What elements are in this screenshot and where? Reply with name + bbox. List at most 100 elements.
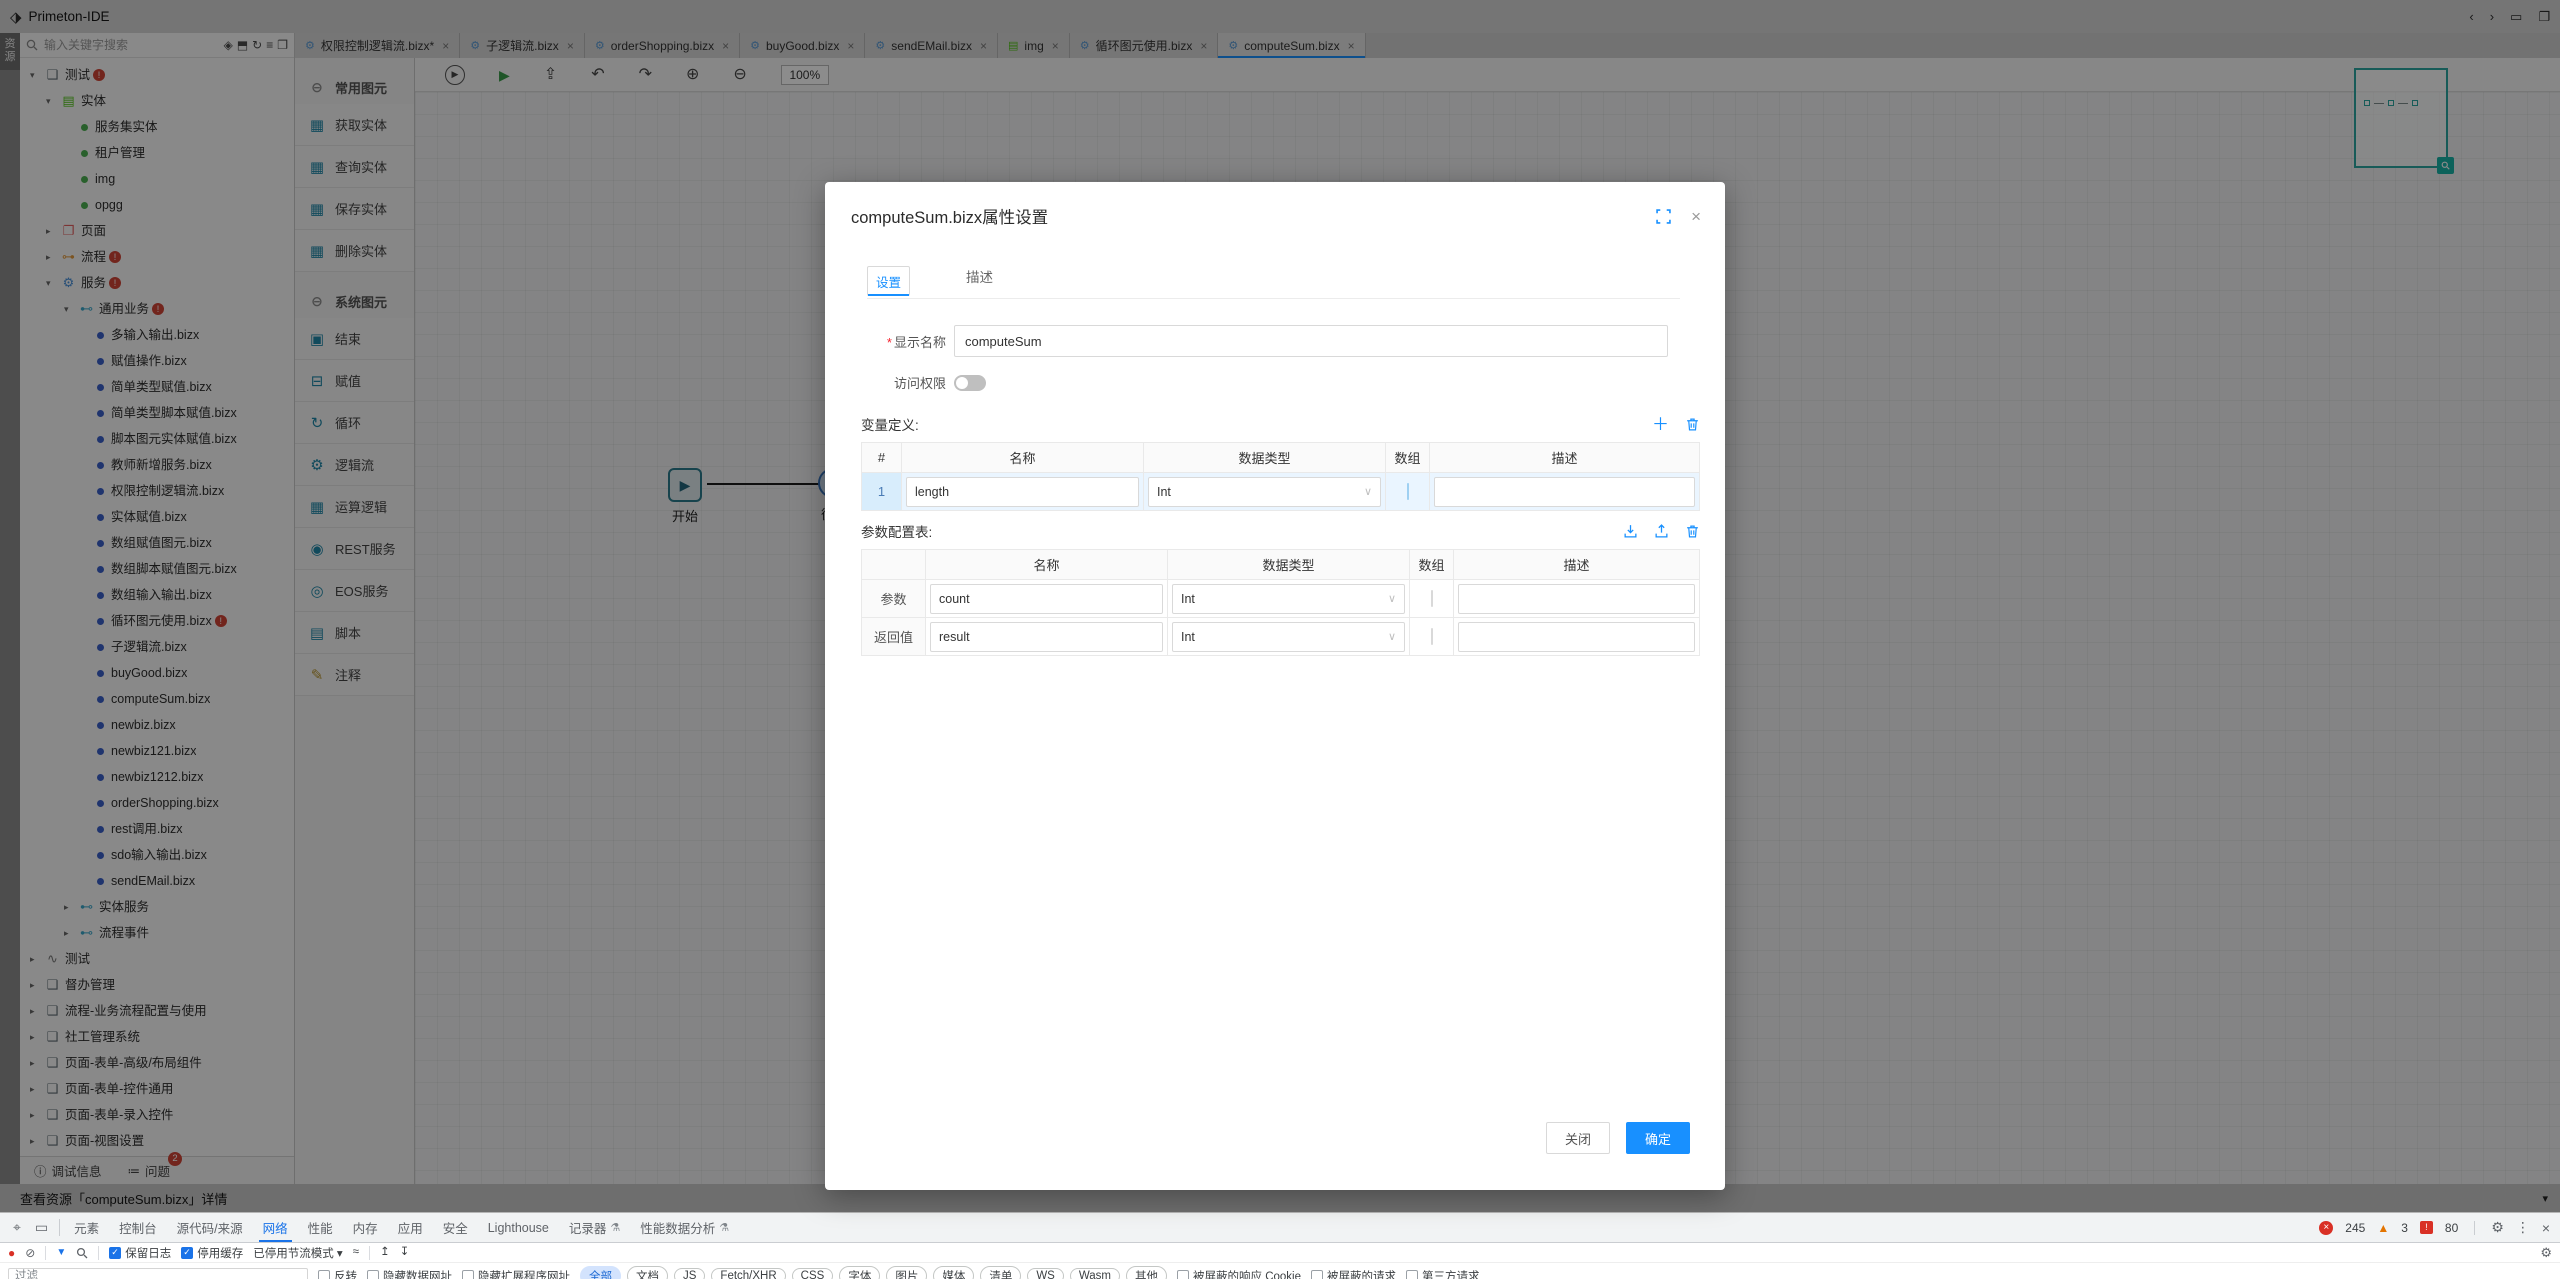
inspect-element-icon[interactable]: ⌖ [6,1213,28,1242]
variable-section-header: 变量定义: ＋ [861,414,1700,434]
blocked-requests-checkbox[interactable]: 被屏蔽的请求 [1311,1268,1396,1279]
tab-settings[interactable]: 设置 [867,266,910,296]
request-type-chip[interactable]: 其他 [1126,1266,1167,1279]
return-array-checkbox[interactable] [1431,628,1433,645]
request-type-chip[interactable]: 图片 [886,1266,927,1279]
devtools-tab[interactable]: 元素 ⚗ [64,1213,109,1242]
variable-desc-input[interactable] [1434,477,1695,507]
fullscreen-icon[interactable] [1656,209,1671,224]
hide-data-urls-checkbox[interactable]: 隐藏数据网址 [367,1268,452,1279]
request-type-chip[interactable]: JS [674,1268,705,1279]
return-type-select[interactable]: Int [1172,622,1405,652]
required-marker: * [887,335,892,350]
return-desc-input[interactable] [1458,622,1695,652]
param-section-label: 参数配置表: [861,521,932,541]
close-icon[interactable]: × [1691,208,1701,225]
invert-checkbox[interactable]: 反转 [318,1268,357,1279]
access-permission-row: 访问权限 [861,373,1700,392]
hide-extension-urls-checkbox[interactable]: 隐藏扩展程序网址 [462,1268,570,1279]
devtools-tab[interactable]: 内存 ⚗ [343,1213,388,1242]
col-array: 数组 [1386,443,1430,473]
request-type-chip[interactable]: Wasm [1070,1268,1120,1279]
return-name-input[interactable] [930,622,1163,652]
display-name-input[interactable] [954,325,1668,357]
tab-description[interactable]: 描述 [952,266,1007,298]
devtools-tab-bar: ⌖ ▭ 元素 ⚗ 控制台 ⚗ 源代码/来源 [0,1213,2560,1243]
network-settings-icon[interactable]: ⚙ [2540,1246,2552,1259]
dialog-title: computeSum.bizx属性设置 [851,204,1048,228]
param-desc-input[interactable] [1458,584,1695,614]
disable-cache-checkbox[interactable]: 停用缓存 [181,1245,243,1261]
request-type-chip[interactable]: 全部 [580,1266,621,1279]
add-variable-icon[interactable]: ＋ [1652,416,1669,433]
devtools-tab[interactable]: 网络 ⚗ [253,1213,298,1242]
devtools-tab[interactable]: Lighthouse ⚗ [478,1213,559,1242]
console-warnings-icon[interactable]: ▲ [2377,1221,2389,1235]
variable-name-input[interactable] [906,477,1139,507]
devtools-tab[interactable]: 源代码/来源 ⚗ [167,1213,253,1242]
filter-input[interactable] [8,1268,308,1279]
return-row[interactable]: 返回值 Int [862,618,1700,656]
preserve-log-checkbox[interactable]: 保留日志 [109,1245,171,1261]
variable-type-select[interactable]: Int [1148,477,1381,507]
ok-button[interactable]: 确定 [1626,1122,1690,1154]
blocked-cookies-checkbox[interactable]: 被屏蔽的响应 Cookie [1177,1268,1301,1279]
third-party-checkbox[interactable]: 第三方请求 [1406,1268,1480,1279]
devtools-tab[interactable]: 记录器 ⚗ [559,1213,630,1242]
app-window: ⬗ Primeton-IDE ‹ › ▭ ❐ 资源 ◈ ⬒ ↻ ≡ ❐ ▾ [0,0,2560,1279]
param-row[interactable]: 参数 Int [862,580,1700,618]
col-name: 名称 [902,443,1144,473]
network-search-icon[interactable] [76,1247,88,1259]
devtools-menu-icon[interactable]: ⋮ [2516,1219,2530,1236]
access-permission-toggle[interactable] [954,375,986,391]
dialog-footer: 关闭 确定 [1546,1122,1690,1154]
error-count: 245 [2345,1221,2365,1235]
request-type-chip[interactable]: WS [1027,1268,1064,1279]
export-har-icon[interactable]: ↧ [400,1247,410,1259]
network-filter-row: 反转 隐藏数据网址 隐藏扩展程序网址 全部 文档 JS Fetch/XHR CS… [0,1263,2560,1279]
request-type-chip[interactable]: 清单 [980,1266,1021,1279]
devtools-tab[interactable]: 性能 ⚗ [298,1213,343,1242]
delete-variable-icon[interactable] [1685,417,1700,432]
param-table: 名称 数据类型 数组 描述 参数 Int 返回值 Int [861,549,1700,656]
export-params-icon[interactable] [1654,524,1669,539]
devtools-settings-icon[interactable]: ⚙ [2491,1219,2504,1236]
display-name-label: 显示名称 [894,335,946,350]
close-button[interactable]: 关闭 [1546,1122,1610,1154]
devtools-tab[interactable]: 控制台 ⚗ [109,1213,167,1242]
row-number: 1 [862,473,902,511]
devtools-tab[interactable]: 安全 ⚗ [433,1213,478,1242]
clear-network-icon[interactable]: ⊘ [25,1247,35,1259]
console-errors-icon[interactable]: × [2319,1221,2333,1235]
filter-icon[interactable]: ▼ [56,1248,66,1258]
import-har-icon[interactable]: ↥ [380,1247,390,1259]
request-type-chip[interactable]: 媒体 [933,1266,974,1279]
request-type-chip[interactable]: 文档 [627,1266,668,1279]
devtools-tab[interactable]: 应用 ⚗ [388,1213,433,1242]
throttling-dropdown[interactable]: 已停用节流模式 ▾ [253,1245,342,1261]
delete-params-icon[interactable] [1685,524,1700,539]
record-network-icon[interactable]: ● [8,1247,15,1259]
request-type-chip[interactable]: Fetch/XHR [711,1268,785,1279]
import-params-icon[interactable] [1623,524,1638,539]
dialog-header: computeSum.bizx属性设置 × [825,182,1725,238]
devtools-close-icon[interactable]: × [2542,1220,2550,1236]
display-name-row: *显示名称 [861,325,1700,357]
variable-row[interactable]: 1 Int [862,473,1700,511]
request-type-chip[interactable]: CSS [792,1268,834,1279]
request-type-chip[interactable]: 字体 [839,1266,880,1279]
param-array-checkbox[interactable] [1431,590,1433,607]
dialog-tabs: 设置 描述 [867,266,1680,299]
variable-array-checkbox[interactable] [1407,483,1409,500]
request-type-chips: 全部 文档 JS Fetch/XHR CSS 字体 图片 媒体 清单 [580,1266,1167,1279]
issues-icon[interactable]: ! [2420,1221,2433,1234]
dialog-body: *显示名称 访问权限 变量定义: ＋ # 名 [825,299,1725,656]
param-name-input[interactable] [930,584,1163,614]
col-type: 数据类型 [1144,443,1386,473]
access-permission-label: 访问权限 [861,373,954,392]
network-conditions-icon[interactable]: ≈ [353,1247,359,1259]
return-kind: 返回值 [862,618,926,656]
devtools-tab[interactable]: 性能数据分析 ⚗ [630,1213,739,1242]
device-toolbar-icon[interactable]: ▭ [28,1213,55,1242]
param-type-select[interactable]: Int [1172,584,1405,614]
